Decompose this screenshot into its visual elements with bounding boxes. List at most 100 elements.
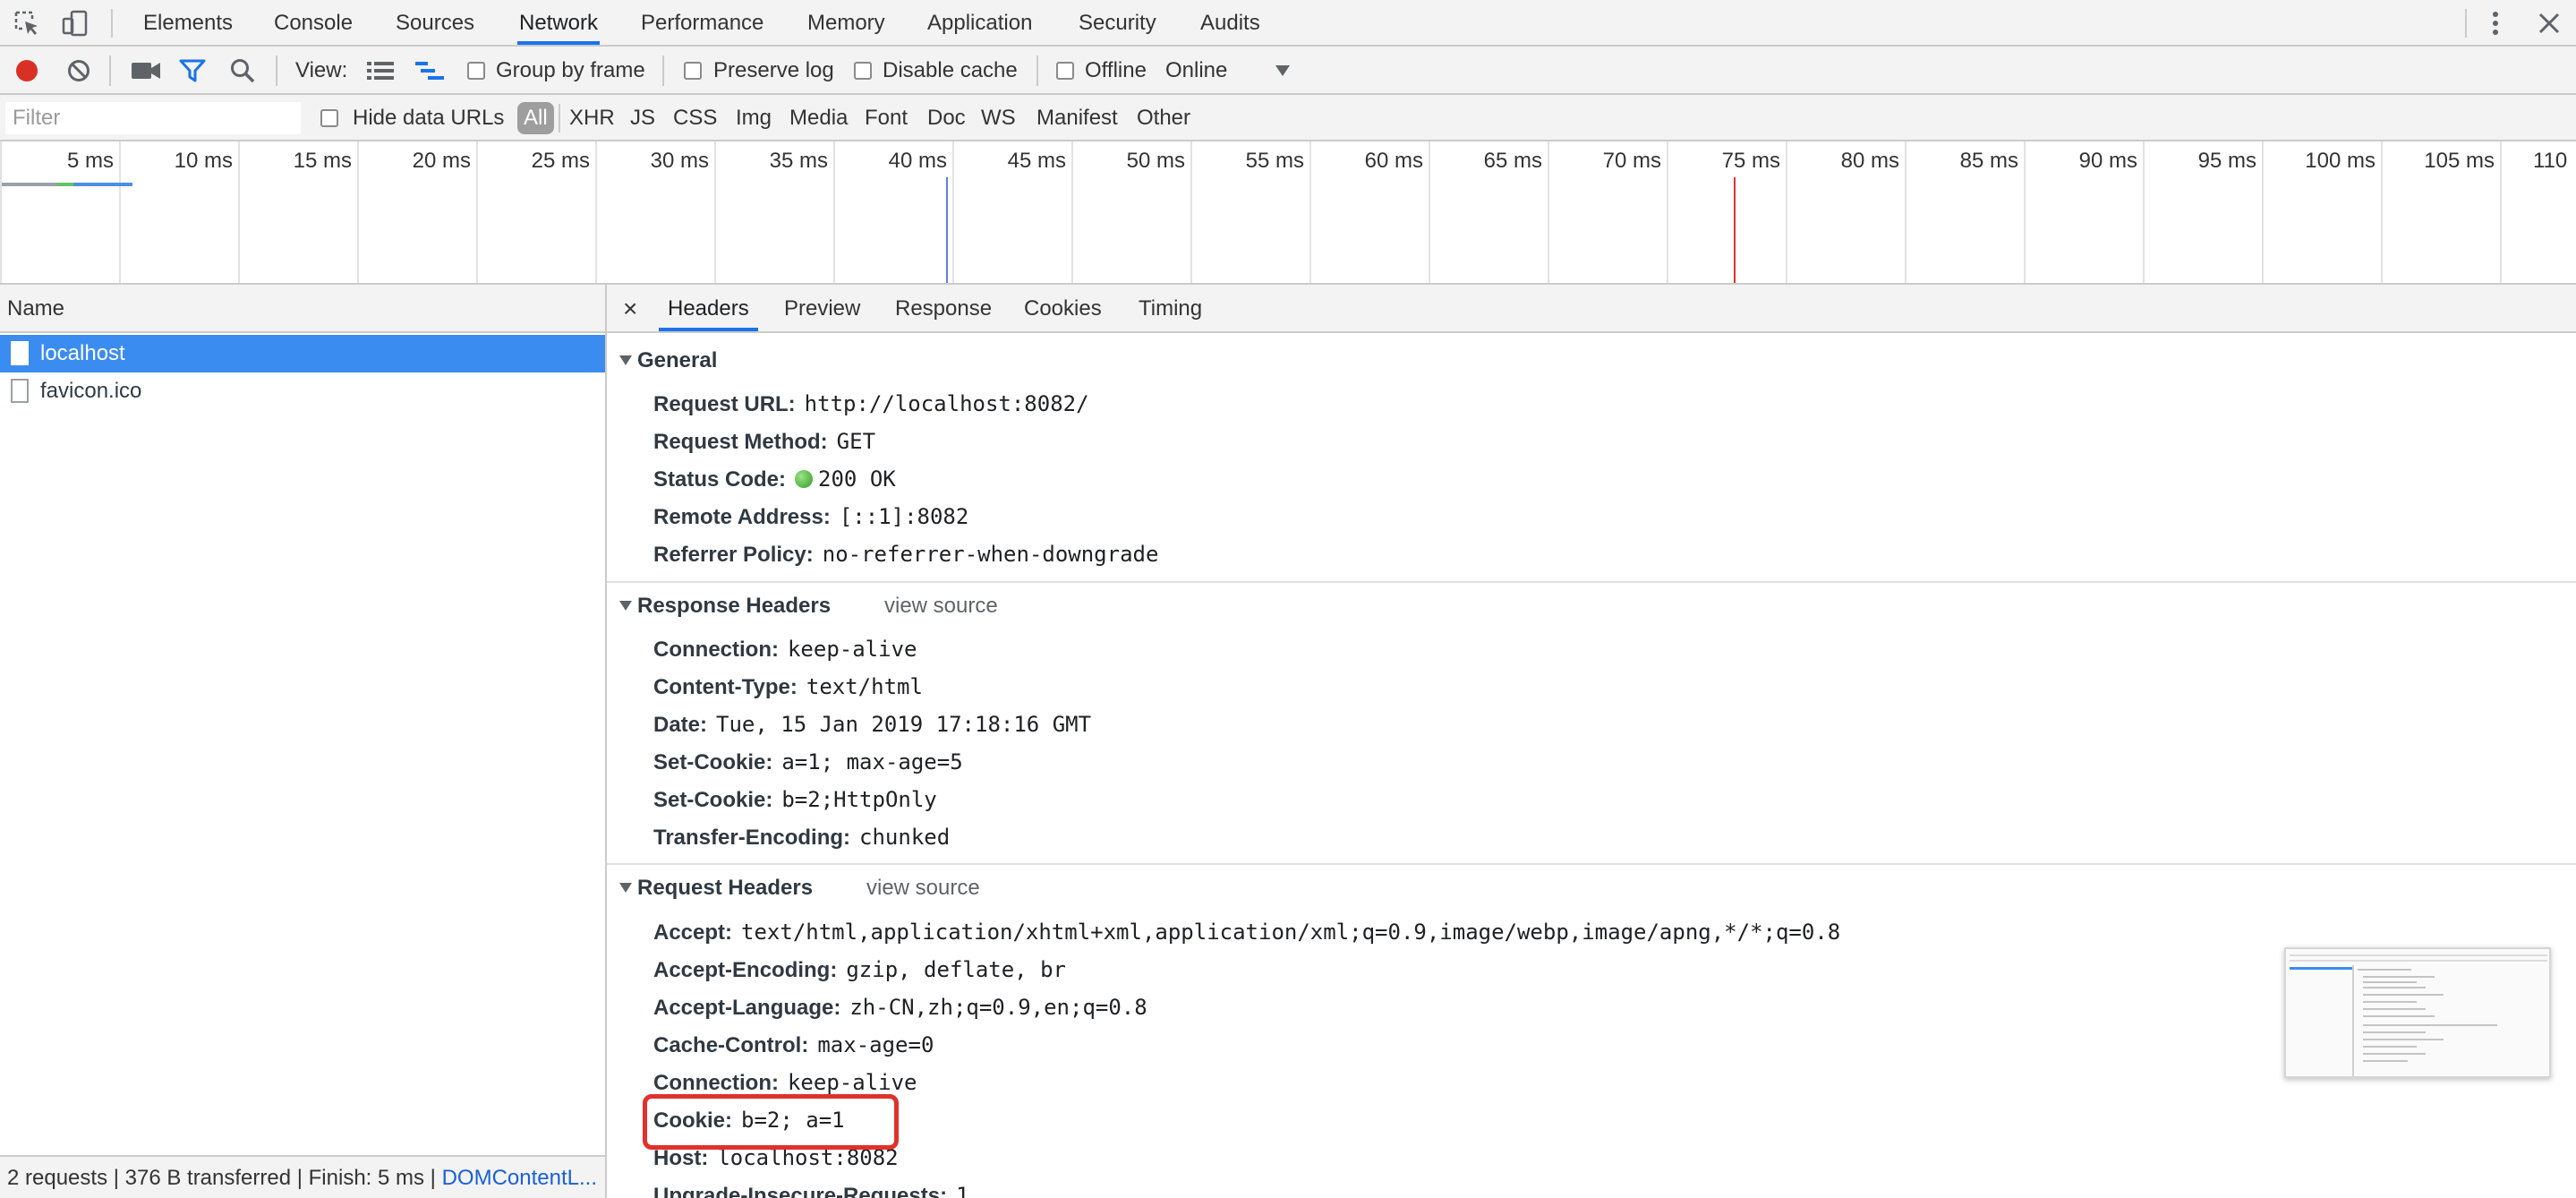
request-bar-waiting (2, 183, 57, 186)
record-button[interactable] (14, 58, 39, 83)
search-icon[interactable] (229, 57, 256, 84)
panel-tab-performance[interactable]: Performance (641, 0, 763, 45)
throttling-select[interactable]: Online (1164, 47, 1298, 95)
close-details-icon[interactable]: × (623, 285, 637, 331)
details-tab-timing[interactable]: Timing (1139, 285, 1202, 331)
tick-gridline (1071, 141, 1073, 283)
tick-gridline (2381, 141, 2383, 283)
type-filter-manifest[interactable]: Manifest (1036, 95, 1118, 141)
panel-tab-console[interactable]: Console (274, 0, 353, 45)
filter-input[interactable] (5, 102, 301, 134)
details-tab-response[interactable]: Response (895, 285, 992, 331)
request-name: favicon.ico (40, 379, 142, 403)
close-devtools-icon[interactable] (2537, 11, 2562, 36)
type-filter-xhr[interactable]: XHR (569, 95, 615, 141)
dom-content-loaded-link[interactable]: DOMContentL... (442, 1166, 597, 1190)
header-row: Referrer Policy: no-referrer-when-downgra… (653, 542, 1159, 567)
request-row[interactable]: favicon.ico (0, 372, 605, 410)
section-divider (607, 581, 2576, 583)
header-row: Set-Cookie: a=1; max-age=5 (653, 749, 963, 774)
type-filter-media[interactable]: Media (789, 95, 848, 141)
type-filter-font[interactable]: Font (865, 95, 908, 141)
panel-tab-network[interactable]: Network (517, 0, 601, 45)
cookie-highlight-box (643, 1094, 899, 1150)
filter-icon[interactable] (179, 57, 206, 84)
screenshot-thumbnail[interactable] (2284, 947, 2551, 1078)
expand-triangle-icon (619, 600, 632, 611)
disable-cache-label: Disable cache (883, 58, 1018, 82)
expand-triangle-icon (619, 882, 632, 893)
clear-button[interactable] (66, 58, 91, 83)
panel-tab-application[interactable]: Application (927, 0, 1032, 45)
screenshots-camera-icon[interactable] (131, 59, 161, 82)
tick-gridline (1667, 141, 1668, 283)
type-filter-img[interactable]: Img (736, 95, 772, 141)
preserve-log-checkbox[interactable] (684, 62, 702, 80)
divider (559, 104, 560, 133)
type-filter-all[interactable]: All (517, 102, 554, 134)
type-filter-js[interactable]: JS (630, 95, 655, 141)
response-headers-section-toggle[interactable]: Response Headers (607, 589, 831, 623)
type-filter-other[interactable]: Other (1137, 95, 1190, 141)
tick-gridline (952, 141, 954, 283)
throttling-value: Online (1165, 58, 1228, 82)
tick-label: 110 (2533, 149, 2568, 173)
type-filter-ws[interactable]: WS (981, 95, 1016, 141)
type-filter-css[interactable]: CSS (673, 95, 717, 141)
tick-label: 30 ms (650, 149, 709, 173)
record-icon (16, 60, 38, 81)
hide-data-urls-label: Hide data URLs (353, 106, 505, 130)
tick-label: 75 ms (1721, 149, 1780, 173)
header-row: Request URL: http://localhost:8082/ (653, 391, 1089, 416)
type-filter-doc[interactable]: Doc (927, 95, 966, 141)
general-section-toggle[interactable]: General (607, 344, 717, 378)
tick-gridline (1429, 141, 1430, 283)
panel-tab-security[interactable]: Security (1079, 0, 1156, 45)
details-tab-preview[interactable]: Preview (784, 285, 860, 331)
inspect-element-icon[interactable] (13, 9, 41, 38)
tick-gridline (119, 141, 121, 283)
header-row: Set-Cookie: b=2;HttpOnly (653, 787, 937, 812)
tick-gridline (1190, 141, 1192, 283)
request-row[interactable]: localhost (0, 335, 605, 372)
tick-label: 65 ms (1483, 149, 1542, 173)
header-row: Transfer-Encoding: chunked (653, 825, 951, 850)
waterfall-overview-icon[interactable] (415, 61, 444, 81)
hide-data-urls-checkbox[interactable] (320, 109, 338, 127)
group-by-frame-checkbox[interactable] (467, 62, 485, 80)
tick-label: 15 ms (293, 149, 352, 173)
section-title: General (637, 348, 718, 372)
panel-tab-audits[interactable]: Audits (1200, 0, 1260, 45)
device-toolbar-icon[interactable] (61, 9, 90, 38)
panel-tab-sources[interactable]: Sources (396, 0, 474, 45)
request-bar-green (57, 183, 73, 186)
request-view-source-link[interactable]: view source (866, 871, 980, 905)
tick-gridline (238, 141, 240, 283)
header-row: Remote Address: [::1]:8082 (653, 504, 969, 529)
header-row: Accept-Language: zh-CN,zh;q=0.9,en;q=0.8 (653, 995, 1147, 1020)
tick-label: 35 ms (769, 149, 828, 173)
tick-gridline (595, 141, 597, 283)
panel-tab-elements[interactable]: Elements (143, 0, 233, 45)
dropdown-arrow-icon (1275, 65, 1290, 76)
section-title: Response Headers (637, 594, 832, 618)
tick-gridline (1905, 141, 1906, 283)
name-column-header[interactable]: Name (0, 285, 605, 333)
status-ok-icon (795, 470, 814, 488)
tick-gridline (714, 141, 716, 283)
response-view-source-link[interactable]: view source (884, 589, 998, 623)
offline-checkbox[interactable] (1056, 62, 1074, 80)
network-toolbar: View: Group by frame Preserve log Disabl… (0, 47, 2576, 95)
disable-cache-checkbox[interactable] (854, 62, 872, 80)
more-options-icon[interactable] (2486, 7, 2504, 39)
details-tab-headers[interactable]: Headers (659, 285, 758, 331)
request-headers-section-toggle[interactable]: Request Headers (607, 871, 813, 905)
header-row: Date: Tue, 15 Jan 2019 17:18:16 GMT (653, 712, 1092, 737)
tick-gridline (476, 141, 478, 283)
large-rows-list-icon[interactable] (367, 61, 394, 81)
expand-triangle-icon (619, 355, 632, 365)
details-tab-cookies[interactable]: Cookies (1024, 285, 1102, 331)
panel-tab-memory[interactable]: Memory (807, 0, 885, 45)
tick-label: 55 ms (1245, 149, 1304, 173)
network-overview-timeline[interactable]: 5 ms 10 ms 15 ms 20 ms 25 ms 30 ms 35 ms 40 ms 4… (0, 141, 2576, 285)
